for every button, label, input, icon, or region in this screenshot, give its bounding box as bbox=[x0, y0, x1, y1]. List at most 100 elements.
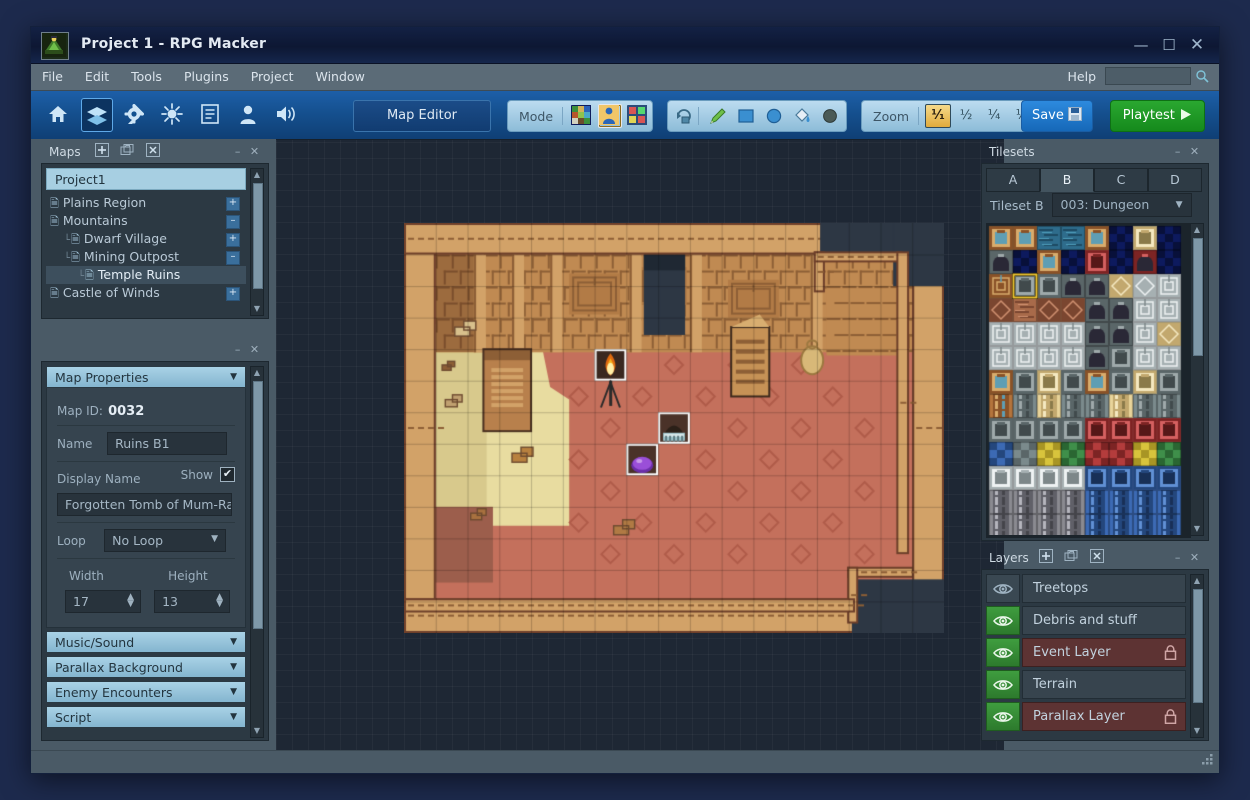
lock-icon[interactable] bbox=[1164, 709, 1177, 728]
menu-item-tools[interactable]: Tools bbox=[120, 64, 173, 89]
sound-icon[interactable] bbox=[271, 98, 301, 130]
zoom-1-4-button[interactable]: ¼ bbox=[981, 104, 1007, 128]
delete-map-icon[interactable] bbox=[145, 143, 162, 160]
height-input[interactable]: 13 ▲ ▼ bbox=[154, 590, 231, 613]
layers-icon[interactable] bbox=[81, 98, 113, 132]
layer-row[interactable]: Event Layer bbox=[986, 638, 1186, 667]
scroll-up-arrow[interactable]: ▲ bbox=[1191, 575, 1203, 587]
duplicate-layer-icon[interactable] bbox=[1063, 549, 1080, 566]
tree-expander[interactable]: – bbox=[226, 251, 240, 265]
scroll-up-arrow[interactable]: ▲ bbox=[251, 169, 263, 181]
layer-row[interactable]: Treetops bbox=[986, 574, 1186, 603]
menu-item-window[interactable]: Window bbox=[305, 64, 376, 89]
playtest-button[interactable]: Playtest bbox=[1109, 100, 1205, 132]
maps-scrollbar[interactable]: ▲ ▼ bbox=[250, 168, 264, 316]
scroll-down-arrow[interactable]: ▼ bbox=[251, 725, 263, 737]
document-icon[interactable] bbox=[195, 98, 225, 130]
shadow-icon[interactable] bbox=[817, 104, 843, 128]
layers-scrollbar[interactable]: ▲ ▼ bbox=[1190, 574, 1204, 738]
window-minimize-button[interactable]: — bbox=[1131, 35, 1151, 55]
scroll-down-arrow[interactable]: ▼ bbox=[251, 303, 263, 315]
tileset-tab-c[interactable]: C bbox=[1094, 168, 1148, 192]
menu-item-project[interactable]: Project bbox=[240, 64, 305, 89]
layer-name-cell[interactable]: Parallax Layer bbox=[1022, 702, 1186, 731]
tree-expander[interactable]: – bbox=[226, 215, 240, 229]
layer-name-cell[interactable]: Terrain bbox=[1022, 670, 1186, 699]
display-name-input[interactable]: Forgotten Tomb of Mum-Ra bbox=[57, 493, 232, 516]
rectangle-icon[interactable] bbox=[733, 104, 759, 128]
map-name-input[interactable]: Ruins B1 bbox=[107, 432, 228, 455]
tileset-scrollbar[interactable]: ▲ ▼ bbox=[1190, 223, 1204, 536]
spinner-arrows[interactable]: ▲ ▼ bbox=[127, 593, 134, 609]
map-properties-header[interactable]: Map Properties ▼ bbox=[46, 366, 246, 388]
help-search-input[interactable] bbox=[1105, 67, 1191, 85]
tileset-tab-d[interactable]: D bbox=[1148, 168, 1202, 192]
spinner-arrows[interactable]: ▲ ▼ bbox=[216, 593, 223, 609]
new-map-icon[interactable] bbox=[93, 143, 110, 160]
menu-item-plugins[interactable]: Plugins bbox=[173, 64, 240, 89]
tileset-tab-b[interactable]: B bbox=[1040, 168, 1094, 192]
eye-icon[interactable] bbox=[986, 606, 1020, 635]
map-tree-item[interactable]: └🗎 Temple Ruins bbox=[46, 266, 246, 284]
tilesets-panel-close[interactable]: ✕ bbox=[1188, 145, 1201, 158]
map-tree-item[interactable]: └🗎 Mining Outpost – bbox=[46, 248, 246, 266]
lock-icon[interactable] bbox=[1164, 645, 1177, 664]
section-music-sound[interactable]: Music/Sound ▼ bbox=[46, 631, 246, 653]
properties-scrollbar[interactable]: ▲ ▼ bbox=[250, 366, 264, 738]
layer-name-cell[interactable]: Treetops bbox=[1022, 574, 1186, 603]
eye-icon[interactable] bbox=[986, 702, 1020, 731]
loop-select[interactable]: No Loop ▼ bbox=[104, 529, 227, 552]
map-grid[interactable] bbox=[404, 223, 944, 633]
menu-item-help[interactable]: Help bbox=[1059, 64, 1106, 89]
pencil-icon[interactable] bbox=[705, 104, 731, 128]
layer-row[interactable]: Debris and stuff bbox=[986, 606, 1186, 635]
eye-icon[interactable] bbox=[986, 638, 1020, 667]
tree-expander[interactable]: + bbox=[226, 197, 240, 211]
tree-expander[interactable]: + bbox=[226, 233, 240, 247]
window-maximize-button[interactable]: ☐ bbox=[1159, 35, 1179, 55]
menu-item-edit[interactable]: Edit bbox=[74, 64, 120, 89]
map-render[interactable] bbox=[404, 223, 944, 633]
mode-region-button[interactable] bbox=[626, 104, 650, 128]
tileset-tab-a[interactable]: A bbox=[986, 168, 1040, 192]
home-icon[interactable] bbox=[43, 98, 73, 130]
fill-icon[interactable] bbox=[789, 104, 815, 128]
properties-panel-close[interactable]: ✕ bbox=[248, 343, 261, 356]
width-input[interactable]: 17 ▲ ▼ bbox=[65, 590, 141, 613]
eye-icon[interactable] bbox=[986, 574, 1020, 603]
scroll-up-arrow[interactable]: ▲ bbox=[251, 367, 263, 379]
layer-row[interactable]: Terrain bbox=[986, 670, 1186, 699]
properties-panel-minimize[interactable]: – bbox=[231, 343, 244, 356]
new-layer-icon[interactable] bbox=[1037, 549, 1054, 566]
layer-name-cell[interactable]: Event Layer bbox=[1022, 638, 1186, 667]
save-button[interactable]: Save bbox=[1020, 100, 1093, 132]
section-enemy-encounters[interactable]: Enemy Encounters ▼ bbox=[46, 681, 246, 703]
person-icon[interactable] bbox=[233, 98, 263, 130]
layer-row[interactable]: Parallax Layer bbox=[986, 702, 1186, 731]
menu-item-file[interactable]: File bbox=[31, 64, 74, 89]
maps-panel-close[interactable]: ✕ bbox=[248, 145, 261, 158]
map-tree-item[interactable]: └🗎 Dwarf Village + bbox=[46, 230, 246, 248]
tile-palette[interactable] bbox=[986, 223, 1191, 538]
scroll-up-arrow[interactable]: ▲ bbox=[1191, 224, 1203, 236]
layers-panel-minimize[interactable]: – bbox=[1171, 551, 1184, 564]
scroll-thumb[interactable] bbox=[1193, 238, 1203, 356]
layers-panel-close[interactable]: ✕ bbox=[1188, 551, 1201, 564]
zoom-1-2-button[interactable]: ½ bbox=[953, 104, 979, 128]
mode-event-button[interactable] bbox=[598, 104, 623, 128]
scroll-thumb[interactable] bbox=[1193, 589, 1203, 703]
brightness-icon[interactable] bbox=[157, 98, 187, 130]
tree-expander[interactable]: + bbox=[226, 287, 240, 301]
map-tree-item[interactable]: 🗎 Castle of Winds + bbox=[46, 284, 246, 302]
scroll-thumb[interactable] bbox=[253, 183, 263, 289]
map-tree-item[interactable]: 🗎 Plains Region + bbox=[46, 194, 246, 212]
search-icon[interactable] bbox=[1195, 68, 1209, 87]
map-tree-item[interactable]: 🗎 Mountains – bbox=[46, 212, 246, 230]
tileset-select[interactable]: 003: Dungeon ▼ bbox=[1051, 193, 1192, 217]
scroll-down-arrow[interactable]: ▼ bbox=[1191, 523, 1203, 535]
scroll-thumb[interactable] bbox=[253, 381, 263, 629]
show-display-name-checkbox[interactable]: ✔ bbox=[220, 467, 235, 482]
copy-map-icon[interactable] bbox=[119, 143, 136, 160]
delete-layer-icon[interactable] bbox=[1089, 549, 1106, 566]
window-close-button[interactable]: ✕ bbox=[1187, 35, 1207, 55]
